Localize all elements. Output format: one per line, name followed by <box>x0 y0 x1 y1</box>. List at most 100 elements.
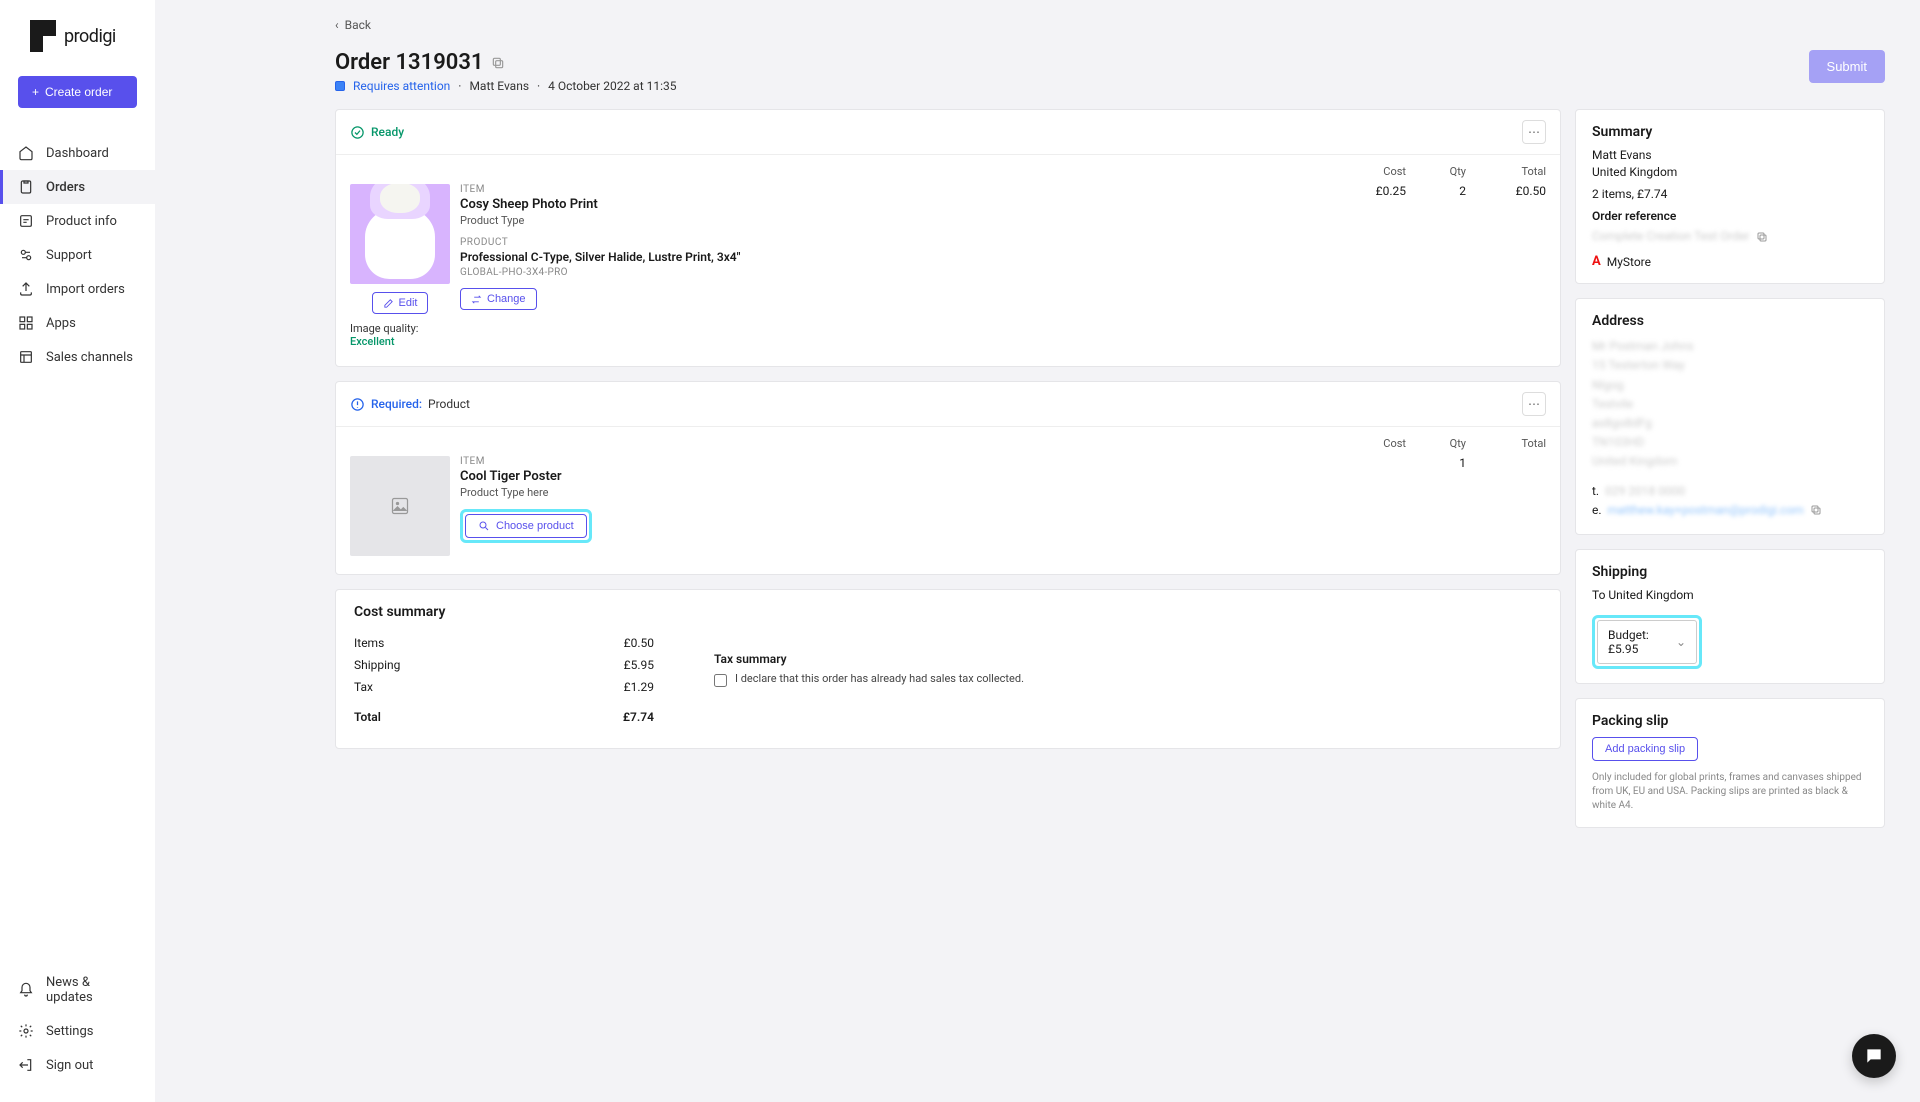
cost-tax-val: £1.29 <box>624 680 654 694</box>
tax-declaration-checkbox[interactable]: I declare that this order has already ha… <box>714 672 1542 687</box>
tel-label: t. <box>1592 484 1599 498</box>
nav-bottom: News & updates Settings Sign out <box>0 966 155 1082</box>
pencil-icon <box>383 298 394 309</box>
bell-icon <box>18 982 34 998</box>
nav-dashboard[interactable]: Dashboard <box>0 136 155 170</box>
item-total: £0.50 <box>1466 184 1546 348</box>
packing-note: Only included for global prints, frames … <box>1592 771 1868 813</box>
support-icon <box>18 247 34 263</box>
nav-label: Orders <box>46 180 85 195</box>
copy-icon[interactable] <box>1810 504 1822 516</box>
packing-slip-panel: Packing slip Add packing slip Only inclu… <box>1575 698 1885 828</box>
choose-product-button[interactable]: Choose product <box>465 514 587 538</box>
sidebar: prodigi + Create order Dashboard Orders … <box>0 0 155 1102</box>
nav-news[interactable]: News & updates <box>0 966 155 1014</box>
product-sku: GLOBAL-PHO-3X4-PRO <box>460 267 1336 278</box>
shipping-method-select[interactable]: Budget: £5.95 ⌄ <box>1597 620 1697 664</box>
shipment-card-ready: Ready ⋯ Cost Qty Total Edit <box>335 109 1561 367</box>
image-icon <box>390 496 410 516</box>
col-qty: Qty <box>1406 165 1466 178</box>
more-button[interactable]: ⋯ <box>1522 120 1546 144</box>
item-label-heading: ITEM <box>460 456 1336 467</box>
tax-checkbox-input[interactable] <box>714 674 727 687</box>
nav-product-info[interactable]: Product info <box>0 204 155 238</box>
store-icon <box>18 349 34 365</box>
image-quality: Image quality: Excellent <box>350 322 460 348</box>
nav-apps[interactable]: Apps <box>0 306 155 340</box>
highlight-shipping: Budget: £5.95 ⌄ <box>1592 615 1702 669</box>
nav-sales-channels[interactable]: Sales channels <box>0 340 155 374</box>
nav-label: Sales channels <box>46 350 133 365</box>
item-thumbnail[interactable] <box>350 184 450 284</box>
chat-fab[interactable] <box>1852 1034 1896 1078</box>
item-type: Product Type here <box>460 486 1336 499</box>
status-badge[interactable]: Requires attention <box>353 79 450 93</box>
line-item: ITEM Cool Tiger Poster Product Type here… <box>336 450 1560 574</box>
item-cost <box>1336 456 1406 556</box>
email-label: e. <box>1592 503 1602 517</box>
create-order-button[interactable]: + Create order <box>18 76 137 108</box>
nav-import-orders[interactable]: Import orders <box>0 272 155 306</box>
summary-panel: Summary Matt Evans United Kingdom 2 item… <box>1575 109 1885 284</box>
status-prefix: Required: <box>371 397 422 411</box>
chat-icon <box>1864 1046 1884 1066</box>
summary-name: Matt Evans <box>1592 148 1868 162</box>
col-cost: Cost <box>1336 165 1406 178</box>
summary-ref-value: Complete Creation Test Order <box>1592 227 1750 246</box>
summary-title: Summary <box>1592 124 1868 140</box>
store-name: MyStore <box>1607 255 1651 269</box>
product-label-heading: PRODUCT <box>460 237 1336 248</box>
add-packing-slip-button[interactable]: Add packing slip <box>1592 737 1698 761</box>
search-icon <box>478 520 490 532</box>
tax-checkbox-label: I declare that this order has already ha… <box>735 672 1024 685</box>
nav-label: Apps <box>46 316 76 331</box>
nav-label: Import orders <box>46 282 125 297</box>
summary-country: United Kingdom <box>1592 165 1868 179</box>
col-total: Total <box>1466 165 1546 178</box>
choose-product-label: Choose product <box>496 520 574 532</box>
back-link[interactable]: ‹ Back <box>335 18 1745 32</box>
check-circle-icon <box>350 125 365 140</box>
summary-ref-label: Order reference <box>1592 209 1868 223</box>
cost-total-val: £7.74 <box>623 710 654 724</box>
cost-tax-label: Tax <box>354 680 373 694</box>
logo-mark-icon <box>30 20 56 52</box>
status-text: Ready <box>371 125 404 139</box>
chevron-left-icon: ‹ <box>335 18 339 32</box>
nav-label: Support <box>46 248 92 263</box>
shipping-to: To United Kingdom <box>1592 588 1868 602</box>
more-button[interactable]: ⋯ <box>1522 392 1546 416</box>
clipboard-icon <box>18 179 34 195</box>
tag-icon <box>18 213 34 229</box>
nav-settings[interactable]: Settings <box>0 1014 155 1048</box>
main: ‹ Back Order 1319031 Requires attention … <box>155 0 1920 1102</box>
edit-image-button[interactable]: Edit <box>372 292 429 314</box>
address-title: Address <box>1592 313 1868 329</box>
create-order-label: Create order <box>45 85 112 99</box>
email-value: matthew.kay+postman@prodigi.com <box>1608 501 1804 520</box>
item-name: Cool Tiger Poster <box>460 469 1336 484</box>
status-dot-icon <box>335 81 345 91</box>
line-item: Edit Image quality: Excellent ITEM Cosy … <box>336 178 1560 366</box>
nav-support[interactable]: Support <box>0 238 155 272</box>
nav-orders[interactable]: Orders <box>0 170 155 204</box>
product-desc: Professional C-Type, Silver Halide, Lust… <box>460 250 1336 264</box>
item-label-heading: ITEM <box>460 184 1336 195</box>
submit-button[interactable]: Submit <box>1809 50 1885 83</box>
alert-circle-icon <box>350 397 365 412</box>
summary-items: 2 items, £7.74 <box>1592 187 1868 201</box>
copy-icon[interactable] <box>1756 231 1768 243</box>
nav-label: News & updates <box>46 975 137 1005</box>
order-timestamp: 4 October 2022 at 11:35 <box>548 79 676 93</box>
change-product-button[interactable]: Change <box>460 288 537 310</box>
nav-sign-out[interactable]: Sign out <box>0 1048 155 1082</box>
nav-primary: Dashboard Orders Product info Support Im… <box>0 136 155 966</box>
item-type: Product Type <box>460 214 1336 227</box>
copy-icon[interactable] <box>491 56 505 70</box>
address-lines: Mr Postman Johns 15 Testerton Way Nlgog … <box>1592 337 1868 471</box>
address-panel: Address Mr Postman Johns 15 Testerton Wa… <box>1575 298 1885 535</box>
status-suffix: Product <box>428 397 470 411</box>
cost-total-label: Total <box>354 710 381 724</box>
tax-summary-title: Tax summary <box>714 652 1542 666</box>
item-thumbnail-placeholder[interactable] <box>350 456 450 556</box>
